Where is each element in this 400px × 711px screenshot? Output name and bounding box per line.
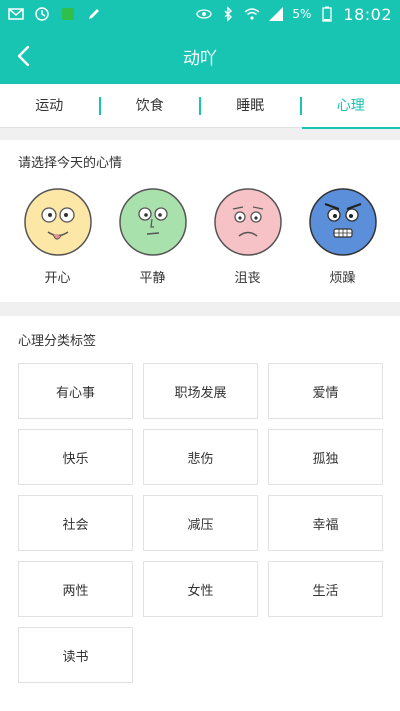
tag-button[interactable]: 孤独 (268, 429, 383, 485)
mood-label: 烦躁 (329, 271, 356, 286)
mood-section: 请选择今天的心情 开心 平静 沮丧 烦躁 (0, 140, 400, 302)
tag-button[interactable]: 爱情 (268, 363, 383, 419)
tag-grid: 有心事 职场发展 爱情 快乐 悲伤 孤独 社会 减压 幸福 两性 女性 生活 读… (0, 349, 400, 683)
tag-button[interactable]: 快乐 (18, 429, 133, 485)
tab-bar: 运动 饮食 睡眠 心理 (0, 84, 400, 129)
tag-button[interactable]: 社会 (18, 495, 133, 551)
tag-button[interactable]: 生活 (268, 561, 383, 617)
tag-button[interactable]: 悲伤 (143, 429, 258, 485)
mood-depressed[interactable]: 沮丧 (213, 187, 283, 286)
battery-percent: 5% (292, 7, 312, 21)
sad-face-icon (213, 188, 282, 256)
mood-row: 开心 平静 沮丧 烦躁 (0, 171, 400, 286)
status-left (8, 6, 102, 22)
tab-sleep[interactable]: 睡眠 (201, 84, 300, 128)
angry-face-icon (308, 188, 377, 256)
tag-button[interactable]: 减压 (143, 495, 258, 551)
tag-button[interactable]: 女性 (143, 561, 258, 617)
nav-bar: 动吖 (0, 28, 400, 84)
mood-calm[interactable]: 平静 (118, 187, 188, 286)
mood-happy[interactable]: 开心 (23, 187, 93, 286)
status-right: 5% 18:02 (196, 5, 392, 24)
battery-icon (322, 6, 333, 22)
calm-face-icon (118, 188, 187, 256)
bluetooth-icon (224, 6, 233, 22)
pen-icon (89, 9, 99, 19)
tag-button[interactable]: 职场发展 (143, 363, 258, 419)
signal-icon (269, 7, 284, 21)
mood-label: 沮丧 (234, 271, 261, 286)
tab-sport[interactable]: 运动 (0, 84, 99, 128)
mood-irritable[interactable]: 烦躁 (308, 187, 378, 286)
status-bar: 5% 18:02 (0, 0, 400, 28)
tag-button[interactable]: 读书 (18, 627, 133, 683)
tab-psychology[interactable]: 心理 (301, 84, 400, 129)
app-icon (62, 8, 74, 20)
clock-time: 18:02 (343, 4, 392, 24)
tag-button[interactable]: 有心事 (18, 363, 133, 419)
clock-icon (35, 7, 49, 21)
chevron-left-icon (17, 45, 30, 67)
tab-diet[interactable]: 饮食 (101, 84, 200, 128)
page-title: 动吖 (183, 48, 217, 69)
wifi-icon (244, 8, 260, 20)
mood-label: 平静 (139, 271, 166, 286)
tag-button[interactable]: 幸福 (268, 495, 383, 551)
tag-button[interactable]: 两性 (18, 561, 133, 617)
mail-icon (8, 8, 24, 20)
mood-section-title: 请选择今天的心情 (18, 156, 123, 171)
tags-section: 心理分类标签 有心事 职场发展 爱情 快乐 悲伤 孤独 社会 减压 幸福 两性 … (0, 316, 400, 711)
mood-label: 开心 (44, 271, 71, 286)
tags-section-title: 心理分类标签 (18, 334, 97, 349)
eye-icon (196, 9, 212, 19)
happy-face-icon (23, 188, 92, 256)
back-button[interactable] (0, 28, 48, 84)
